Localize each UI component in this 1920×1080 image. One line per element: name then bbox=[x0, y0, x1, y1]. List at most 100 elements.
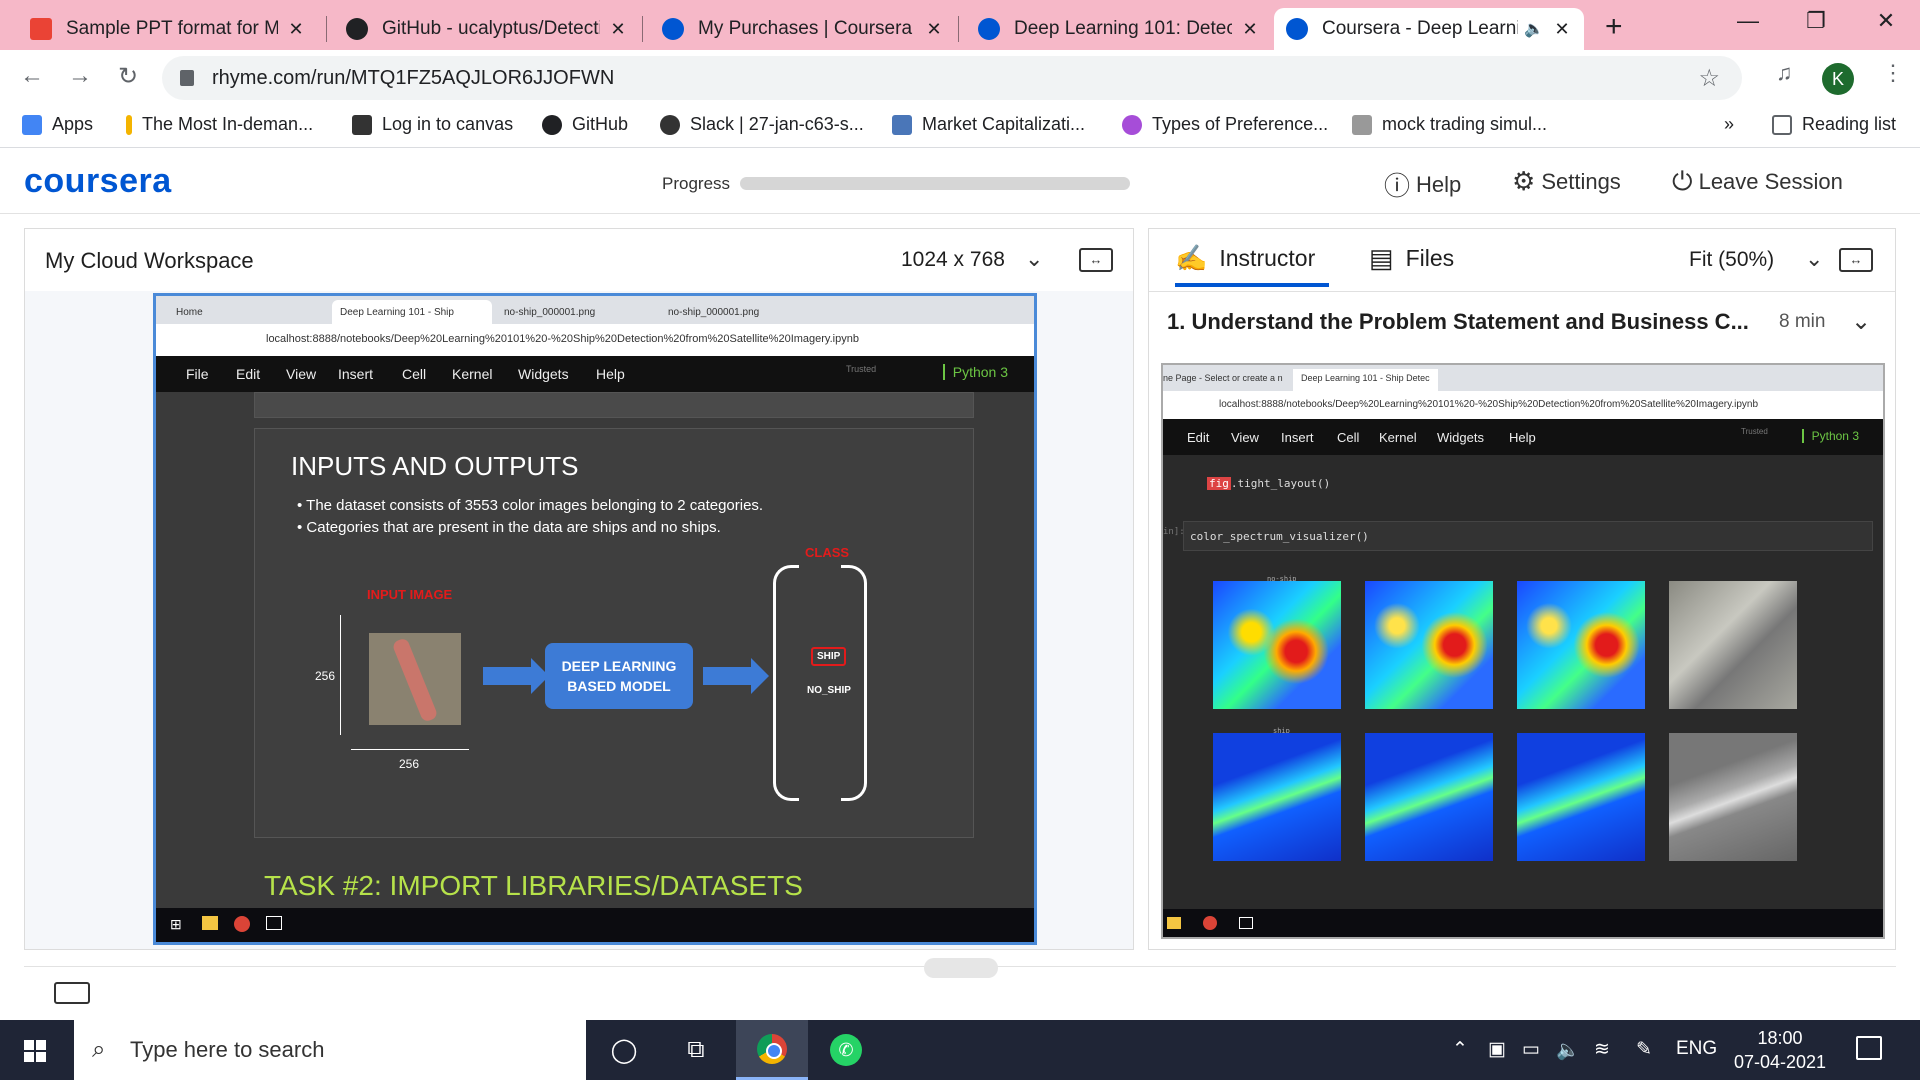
reading-list-button[interactable]: Reading list bbox=[1772, 114, 1896, 135]
section-title[interactable]: 1. Understand the Problem Statement and … bbox=[1167, 309, 1749, 335]
workspace-header: My Cloud Workspace 1024 x 768 ⌄ ↔ bbox=[25, 229, 1133, 291]
gmail-icon bbox=[30, 18, 52, 40]
restore-button[interactable]: ❐ bbox=[1796, 8, 1836, 34]
remote-url[interactable]: localhost:8888/notebooks/Deep%20Learning… bbox=[156, 324, 1034, 356]
width-arrow bbox=[351, 749, 469, 750]
cortana-button[interactable]: ◯ bbox=[588, 1020, 660, 1080]
remote-desktop-view[interactable]: Home Deep Learning 101 - Ship no-ship_00… bbox=[153, 293, 1037, 945]
new-tab-button[interactable]: + bbox=[1605, 10, 1623, 44]
minimize-button[interactable]: — bbox=[1728, 8, 1768, 34]
menu-edit[interactable]: Edit bbox=[236, 366, 260, 382]
expand-width-icon[interactable]: ↔ bbox=[1079, 248, 1113, 272]
coursera-icon bbox=[978, 18, 1000, 40]
slide-image: INPUTS AND OUTPUTS • The dataset consist… bbox=[254, 428, 974, 838]
kernel-indicator: Python 3 bbox=[942, 364, 1008, 380]
bookmark-favicon-icon bbox=[892, 114, 912, 135]
close-icon[interactable]: ✕ bbox=[286, 19, 306, 40]
wifi-icon[interactable]: ≋ bbox=[1594, 1038, 1610, 1061]
notification-icon[interactable] bbox=[1856, 1036, 1882, 1060]
back-button[interactable]: ← bbox=[16, 62, 48, 90]
bookmark-item[interactable]: Log in to canvas bbox=[352, 114, 513, 135]
bookmark-star-icon[interactable]: ☆ bbox=[1698, 64, 1720, 93]
window-close-button[interactable]: ✕ bbox=[1866, 8, 1906, 34]
chevron-up-icon[interactable]: ⌃ bbox=[1452, 1038, 1468, 1061]
browser-tab[interactable]: GitHub - ucalyptus/Detecti ✕ bbox=[334, 8, 640, 50]
language-indicator[interactable]: ENG bbox=[1676, 1038, 1717, 1060]
terminal-icon[interactable] bbox=[266, 916, 282, 930]
browser-tab[interactable]: Sample PPT format for Maj ✕ bbox=[18, 8, 318, 50]
chevron-down-icon[interactable]: ⌄ bbox=[1805, 246, 1823, 272]
leave-session-button[interactable]: ⏻ Leave Session bbox=[1672, 166, 1843, 198]
menu-view[interactable]: View bbox=[286, 366, 316, 382]
address-bar[interactable]: rhyme.com/run/MTQ1FZ5AQJLOR6JJOFWN ☆ bbox=[162, 56, 1742, 100]
bookmark-item[interactable]: Apps bbox=[22, 114, 93, 135]
progress-label: Progress bbox=[662, 174, 731, 193]
tab-files-label: Files bbox=[1405, 245, 1455, 271]
taskbar-search[interactable]: ⌕ Type here to search bbox=[74, 1020, 586, 1080]
menu-kernel[interactable]: Kernel bbox=[452, 366, 492, 382]
chrome-icon bbox=[757, 1033, 787, 1064]
remote-tab[interactable]: Home bbox=[168, 300, 328, 324]
tab-files[interactable]: ▤ Files bbox=[1369, 243, 1454, 274]
bookmark-item[interactable]: The Most In-deman... bbox=[126, 114, 313, 135]
expand-width-icon[interactable]: ↔ bbox=[1839, 248, 1873, 272]
menu-insert[interactable]: Insert bbox=[338, 366, 373, 382]
coursera-logo[interactable]: coursera bbox=[24, 162, 172, 201]
resolution-select[interactable]: 1024 x 768 bbox=[901, 248, 1005, 272]
remote-tab[interactable]: Deep Learning 101 - Ship bbox=[332, 300, 492, 324]
chrome-icon[interactable] bbox=[234, 916, 250, 932]
browser-tab[interactable]: Deep Learning 101: Detect ✕ bbox=[966, 8, 1272, 50]
menu-cell[interactable]: Cell bbox=[402, 366, 426, 382]
bookmark-item[interactable]: Types of Preference... bbox=[1122, 114, 1328, 135]
clock[interactable]: 18:00 07-04-2021 bbox=[1720, 1026, 1840, 1074]
windows-icon[interactable]: ⊞ bbox=[170, 916, 182, 933]
chevron-down-icon[interactable]: ⌄ bbox=[1851, 307, 1871, 336]
help-button[interactable]: ⓘ Help bbox=[1384, 166, 1461, 203]
bookmark-item[interactable]: Slack | 27-jan-c63-s... bbox=[660, 114, 864, 135]
forward-button[interactable]: → bbox=[64, 62, 96, 90]
menu-help[interactable]: Help bbox=[596, 366, 625, 382]
bookmark-item[interactable]: GitHub bbox=[542, 114, 628, 135]
close-icon[interactable]: ✕ bbox=[1240, 19, 1260, 40]
start-button[interactable] bbox=[0, 1020, 72, 1080]
speaker-icon[interactable]: 🔈 bbox=[1524, 19, 1544, 39]
panel-resize-handle[interactable] bbox=[924, 958, 998, 978]
windows-taskbar: ⌕ Type here to search ◯ ⧉ ✆ ⌃ ▣ ▭ 🔈 ≋ ✎ … bbox=[0, 1020, 1920, 1080]
menu-file[interactable]: File bbox=[186, 366, 209, 382]
bookmark-item[interactable]: Market Capitalizati... bbox=[892, 114, 1085, 135]
remote-tab[interactable]: no-ship_000001.png bbox=[496, 300, 656, 324]
zoom-select[interactable]: Fit (50%) bbox=[1689, 248, 1774, 272]
more-bookmarks-button[interactable]: » bbox=[1724, 114, 1734, 135]
pen-icon[interactable]: ✎ bbox=[1636, 1038, 1652, 1061]
keyboard-icon[interactable] bbox=[54, 982, 90, 1004]
tab-instructor[interactable]: ✍ Instructor bbox=[1175, 243, 1315, 274]
browser-tab[interactable]: My Purchases | Coursera ✕ bbox=[650, 8, 956, 50]
instructor-panel: ✍ Instructor ▤ Files Fit (50%) ⌄ ↔ 1. Un… bbox=[1148, 228, 1896, 950]
instructor-video[interactable]: ne Page - Select or create a n Deep Lear… bbox=[1161, 363, 1885, 939]
close-icon[interactable]: ✕ bbox=[924, 19, 944, 40]
browser-tab-active[interactable]: Coursera - Deep Learni 🔈 ✕ bbox=[1274, 8, 1584, 50]
profile-avatar[interactable]: K bbox=[1822, 63, 1854, 95]
notebook-cell[interactable] bbox=[254, 392, 974, 418]
reload-button[interactable]: ↻ bbox=[112, 62, 144, 91]
media-control-icon[interactable]: ♫ bbox=[1776, 60, 1793, 86]
settings-button[interactable]: ⚙ Settings bbox=[1512, 166, 1621, 197]
folder-icon[interactable] bbox=[202, 916, 218, 930]
bookmark-label: The Most In-deman... bbox=[142, 114, 314, 134]
battery-icon[interactable]: ▭ bbox=[1522, 1038, 1540, 1061]
meet-icon[interactable]: ▣ bbox=[1488, 1038, 1506, 1061]
menu-widgets[interactable]: Widgets bbox=[518, 366, 569, 382]
task-view-button[interactable]: ⧉ bbox=[660, 1020, 732, 1080]
chevron-down-icon[interactable]: ⌄ bbox=[1025, 246, 1043, 272]
remote-tab[interactable]: no-ship_000001.png bbox=[660, 300, 820, 324]
menu-dots-icon[interactable]: ⋮ bbox=[1882, 60, 1904, 86]
chrome-taskbar-button[interactable] bbox=[736, 1020, 808, 1080]
tab-title: My Purchases | Coursera bbox=[698, 18, 913, 39]
close-icon[interactable]: ✕ bbox=[1552, 19, 1572, 40]
bookmark-item[interactable]: mock trading simul... bbox=[1352, 114, 1547, 135]
volume-icon[interactable]: 🔈 bbox=[1556, 1038, 1580, 1062]
whatsapp-taskbar-button[interactable]: ✆ bbox=[810, 1020, 882, 1080]
code-line: color_spectrum_visualizer() bbox=[1190, 530, 1369, 543]
close-icon[interactable]: ✕ bbox=[608, 19, 628, 40]
width-dimension: 256 bbox=[399, 757, 420, 771]
